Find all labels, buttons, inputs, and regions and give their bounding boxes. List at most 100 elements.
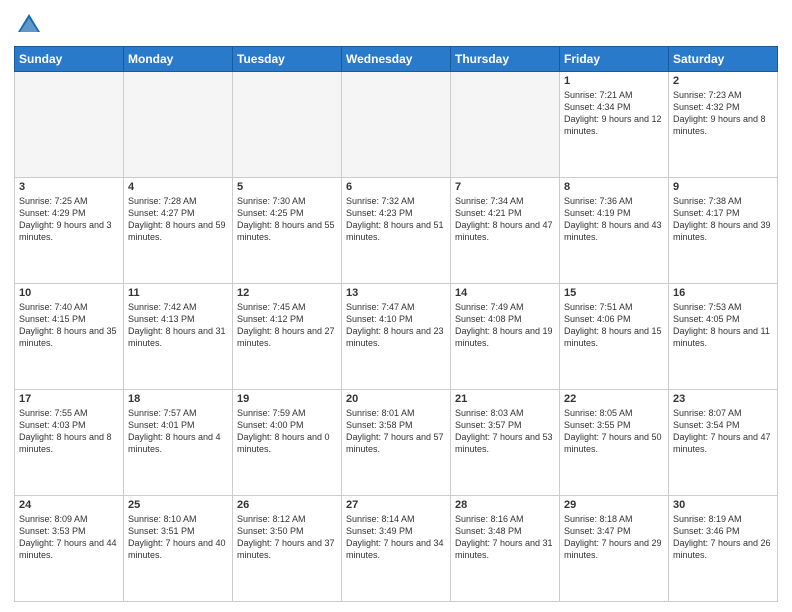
day-info: Sunrise: 7:45 AM Sunset: 4:12 PM Dayligh… <box>237 301 337 350</box>
day-header-saturday: Saturday <box>669 47 778 72</box>
day-info: Sunrise: 7:23 AM Sunset: 4:32 PM Dayligh… <box>673 89 773 138</box>
day-info: Sunrise: 8:09 AM Sunset: 3:53 PM Dayligh… <box>19 513 119 562</box>
day-header-sunday: Sunday <box>15 47 124 72</box>
day-cell: 16Sunrise: 7:53 AM Sunset: 4:05 PM Dayli… <box>669 284 778 390</box>
day-info: Sunrise: 7:57 AM Sunset: 4:01 PM Dayligh… <box>128 407 228 456</box>
day-info: Sunrise: 8:18 AM Sunset: 3:47 PM Dayligh… <box>564 513 664 562</box>
day-info: Sunrise: 8:01 AM Sunset: 3:58 PM Dayligh… <box>346 407 446 456</box>
day-number: 19 <box>237 393 337 405</box>
day-number: 6 <box>346 181 446 193</box>
day-info: Sunrise: 7:32 AM Sunset: 4:23 PM Dayligh… <box>346 195 446 244</box>
day-cell: 27 Sunrise: 8:14 AM Sunset: 3:49 PM Dayli… <box>342 496 451 602</box>
calendar: SundayMondayTuesdayWednesdayThursdayFrid… <box>14 46 778 602</box>
header <box>14 10 778 40</box>
day-cell <box>451 72 560 178</box>
day-header-tuesday: Tuesday <box>233 47 342 72</box>
day-cell <box>124 72 233 178</box>
day-info: Sunrise: 7:47 AM Sunset: 4:10 PM Dayligh… <box>346 301 446 350</box>
day-info: Sunrise: 7:34 AM Sunset: 4:21 PM Dayligh… <box>455 195 555 244</box>
day-cell: 1 Sunrise: 7:21 AM Sunset: 4:34 PM Daylig… <box>560 72 669 178</box>
day-number: 1 <box>564 75 664 87</box>
day-cell: 21 Sunrise: 8:03 AM Sunset: 3:57 PM Dayli… <box>451 390 560 496</box>
day-cell: 10Sunrise: 7:40 AM Sunset: 4:15 PM Dayli… <box>15 284 124 390</box>
day-cell: 30Sunrise: 8:19 AM Sunset: 3:46 PM Dayli… <box>669 496 778 602</box>
day-number: 7 <box>455 181 555 193</box>
day-info: Sunrise: 8:07 AM Sunset: 3:54 PM Dayligh… <box>673 407 773 456</box>
day-info: Sunrise: 8:14 AM Sunset: 3:49 PM Dayligh… <box>346 513 446 562</box>
day-info: Sunrise: 7:21 AM Sunset: 4:34 PM Dayligh… <box>564 89 664 138</box>
day-number: 20 <box>346 393 446 405</box>
page: SundayMondayTuesdayWednesdayThursdayFrid… <box>0 0 792 612</box>
day-cell: 22 Sunrise: 8:05 AM Sunset: 3:55 PM Dayli… <box>560 390 669 496</box>
day-cell: 18 Sunrise: 7:57 AM Sunset: 4:01 PM Dayli… <box>124 390 233 496</box>
day-info: Sunrise: 7:49 AM Sunset: 4:08 PM Dayligh… <box>455 301 555 350</box>
day-number: 9 <box>673 181 773 193</box>
day-cell: 14 Sunrise: 7:49 AM Sunset: 4:08 PM Dayli… <box>451 284 560 390</box>
day-header-friday: Friday <box>560 47 669 72</box>
day-number: 2 <box>673 75 773 87</box>
day-info: Sunrise: 7:40 AM Sunset: 4:15 PM Dayligh… <box>19 301 119 350</box>
day-info: Sunrise: 7:55 AM Sunset: 4:03 PM Dayligh… <box>19 407 119 456</box>
day-cell: 19 Sunrise: 7:59 AM Sunset: 4:00 PM Dayli… <box>233 390 342 496</box>
day-cell: 6 Sunrise: 7:32 AM Sunset: 4:23 PM Daylig… <box>342 178 451 284</box>
day-cell: 28Sunrise: 8:16 AM Sunset: 3:48 PM Dayli… <box>451 496 560 602</box>
day-info: Sunrise: 8:12 AM Sunset: 3:50 PM Dayligh… <box>237 513 337 562</box>
day-info: Sunrise: 7:28 AM Sunset: 4:27 PM Dayligh… <box>128 195 228 244</box>
day-cell: 15 Sunrise: 7:51 AM Sunset: 4:06 PM Dayli… <box>560 284 669 390</box>
day-cell: 26 Sunrise: 8:12 AM Sunset: 3:50 PM Dayli… <box>233 496 342 602</box>
day-cell <box>233 72 342 178</box>
day-number: 18 <box>128 393 228 405</box>
day-number: 25 <box>128 499 228 511</box>
day-info: Sunrise: 7:25 AM Sunset: 4:29 PM Dayligh… <box>19 195 119 244</box>
day-cell: 12 Sunrise: 7:45 AM Sunset: 4:12 PM Dayli… <box>233 284 342 390</box>
day-cell: 4 Sunrise: 7:28 AM Sunset: 4:27 PM Daylig… <box>124 178 233 284</box>
day-info: Sunrise: 8:03 AM Sunset: 3:57 PM Dayligh… <box>455 407 555 456</box>
day-info: Sunrise: 7:59 AM Sunset: 4:00 PM Dayligh… <box>237 407 337 456</box>
day-number: 13 <box>346 287 446 299</box>
day-info: Sunrise: 7:30 AM Sunset: 4:25 PM Dayligh… <box>237 195 337 244</box>
day-cell: 8 Sunrise: 7:36 AM Sunset: 4:19 PM Daylig… <box>560 178 669 284</box>
day-number: 15 <box>564 287 664 299</box>
day-number: 22 <box>564 393 664 405</box>
week-row-2: 3 Sunrise: 7:25 AM Sunset: 4:29 PM Daylig… <box>15 178 778 284</box>
week-row-4: 17 Sunrise: 7:55 AM Sunset: 4:03 PM Dayli… <box>15 390 778 496</box>
day-number: 26 <box>237 499 337 511</box>
day-info: Sunrise: 8:16 AM Sunset: 3:48 PM Dayligh… <box>455 513 555 562</box>
day-number: 3 <box>19 181 119 193</box>
calendar-header-row: SundayMondayTuesdayWednesdayThursdayFrid… <box>15 47 778 72</box>
day-cell: 11Sunrise: 7:42 AM Sunset: 4:13 PM Dayli… <box>124 284 233 390</box>
day-cell <box>342 72 451 178</box>
day-cell: 5 Sunrise: 7:30 AM Sunset: 4:25 PM Daylig… <box>233 178 342 284</box>
logo <box>14 10 48 40</box>
day-cell: 23 Sunrise: 8:07 AM Sunset: 3:54 PM Dayli… <box>669 390 778 496</box>
logo-icon <box>14 10 44 40</box>
day-cell: 2 Sunrise: 7:23 AM Sunset: 4:32 PM Daylig… <box>669 72 778 178</box>
day-number: 11 <box>128 287 228 299</box>
day-info: Sunrise: 7:36 AM Sunset: 4:19 PM Dayligh… <box>564 195 664 244</box>
day-number: 27 <box>346 499 446 511</box>
day-cell: 25 Sunrise: 8:10 AM Sunset: 3:51 PM Dayli… <box>124 496 233 602</box>
day-header-thursday: Thursday <box>451 47 560 72</box>
day-number: 14 <box>455 287 555 299</box>
day-cell: 7 Sunrise: 7:34 AM Sunset: 4:21 PM Daylig… <box>451 178 560 284</box>
day-number: 21 <box>455 393 555 405</box>
day-number: 4 <box>128 181 228 193</box>
day-info: Sunrise: 8:05 AM Sunset: 3:55 PM Dayligh… <box>564 407 664 456</box>
week-row-1: 1 Sunrise: 7:21 AM Sunset: 4:34 PM Daylig… <box>15 72 778 178</box>
week-row-3: 10Sunrise: 7:40 AM Sunset: 4:15 PM Dayli… <box>15 284 778 390</box>
day-number: 24 <box>19 499 119 511</box>
day-number: 23 <box>673 393 773 405</box>
day-number: 17 <box>19 393 119 405</box>
day-cell: 24 Sunrise: 8:09 AM Sunset: 3:53 PM Dayli… <box>15 496 124 602</box>
day-number: 5 <box>237 181 337 193</box>
day-header-monday: Monday <box>124 47 233 72</box>
day-info: Sunrise: 8:10 AM Sunset: 3:51 PM Dayligh… <box>128 513 228 562</box>
day-info: Sunrise: 8:19 AM Sunset: 3:46 PM Dayligh… <box>673 513 773 562</box>
day-info: Sunrise: 7:51 AM Sunset: 4:06 PM Dayligh… <box>564 301 664 350</box>
day-header-wednesday: Wednesday <box>342 47 451 72</box>
day-number: 12 <box>237 287 337 299</box>
day-info: Sunrise: 7:38 AM Sunset: 4:17 PM Dayligh… <box>673 195 773 244</box>
day-number: 16 <box>673 287 773 299</box>
day-number: 8 <box>564 181 664 193</box>
day-cell: 17 Sunrise: 7:55 AM Sunset: 4:03 PM Dayli… <box>15 390 124 496</box>
